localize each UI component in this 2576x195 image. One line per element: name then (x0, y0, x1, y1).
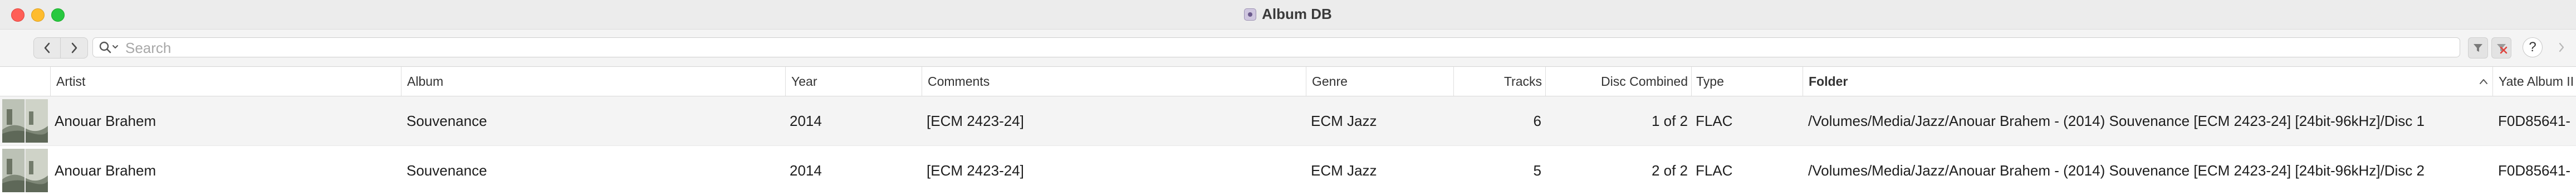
table-header: Artist Album Year Comments Genre Tracks … (0, 67, 2576, 96)
cell-artist: Anouar Brahem (55, 113, 156, 129)
clear-filter-icon (2497, 44, 2508, 54)
cell-genre: ECM Jazz (1311, 162, 1377, 179)
cell-tracks: 5 (1533, 162, 1541, 179)
filter-icon (2474, 44, 2482, 52)
cell-year: 2014 (790, 162, 822, 179)
cell-yate-album-id: F0D85641- (2498, 162, 2571, 179)
cell-disc-combined: 2 of 2 (1651, 162, 1688, 179)
table-row[interactable]: Anouar Brahem Souvenance 2014 [ECM 2423-… (0, 96, 2576, 145)
chevron-right-icon (71, 42, 77, 53)
window-title-wrap: Album DB (0, 6, 2576, 23)
table-row[interactable]: Anouar Brahem Souvenance 2014 [ECM 2423-… (0, 145, 2576, 195)
search-field[interactable] (92, 37, 2460, 58)
column-header-tracks[interactable]: Tracks (1453, 67, 1545, 96)
column-header-artwork[interactable] (0, 67, 50, 96)
column-header-yate-album-id[interactable]: Yate Album II (2492, 67, 2576, 96)
column-header-folder[interactable]: Folder (1803, 67, 2489, 96)
clear-filter-button[interactable] (2491, 37, 2511, 58)
column-header-artist[interactable]: Artist (50, 67, 401, 96)
chevron-right-icon (2559, 42, 2564, 52)
cell-type: FLAC (1696, 113, 1733, 129)
column-header-disc-combined[interactable]: Disc Combined (1545, 67, 1691, 96)
help-button[interactable]: ? (2523, 37, 2543, 57)
cell-album: Souvenance (407, 113, 487, 129)
column-header-album[interactable]: Album (401, 67, 785, 96)
column-header-year[interactable]: Year (785, 67, 922, 96)
album-artwork-thumbnail (2, 149, 48, 192)
cell-comments: [ECM 2423-24] (927, 113, 1024, 129)
chevron-left-icon (44, 42, 50, 53)
title-bar: Album DB (0, 0, 2576, 30)
forward-button[interactable] (61, 38, 87, 58)
cell-artist: Anouar Brahem (55, 162, 156, 179)
toolbar: ? (0, 30, 2576, 67)
column-header-comments[interactable]: Comments (922, 67, 1306, 96)
window-title: Album DB (1262, 6, 1332, 22)
album-artwork-thumbnail (2, 99, 48, 143)
cell-tracks: 6 (1533, 113, 1541, 129)
search-input[interactable] (124, 38, 2448, 58)
toolbar-overflow-button[interactable] (2555, 37, 2568, 57)
album-db-app-icon (1244, 8, 1257, 21)
column-header-type[interactable]: Type (1691, 67, 1803, 96)
cell-year: 2014 (790, 113, 822, 129)
cell-type: FLAC (1696, 162, 1733, 179)
column-header-genre[interactable]: Genre (1306, 67, 1453, 96)
sort-ascending-icon[interactable] (2479, 67, 2488, 96)
filter-button[interactable] (2468, 37, 2488, 58)
cell-folder: /Volumes/Media/Jazz/Anouar Brahem - (201… (1808, 162, 2425, 179)
cell-folder: /Volumes/Media/Jazz/Anouar Brahem - (201… (1808, 113, 2425, 129)
cell-disc-combined: 1 of 2 (1651, 113, 1688, 129)
cell-genre: ECM Jazz (1311, 113, 1377, 129)
cell-album: Souvenance (407, 162, 487, 179)
cell-yate-album-id: F0D85641- (2498, 113, 2571, 129)
search-icon[interactable] (99, 41, 121, 57)
navigation-group (33, 37, 88, 58)
back-button[interactable] (34, 38, 61, 58)
cell-comments: [ECM 2423-24] (927, 162, 1024, 179)
